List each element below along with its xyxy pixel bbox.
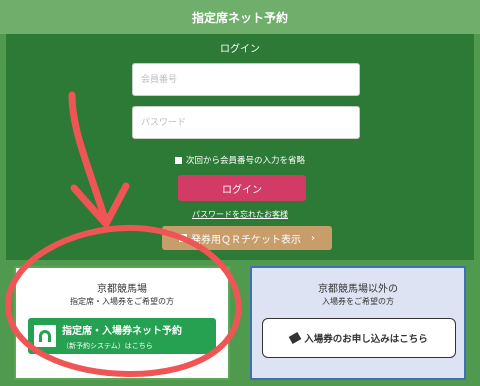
- admission-ticket-apply-label: 入場券のお申し込みはこちら: [304, 334, 428, 345]
- qr-ticket-label: 発券用ＱＲチケット表示: [191, 234, 301, 246]
- kyoto-card-subtitle: 指定席・入場券をご希望の方: [70, 297, 174, 306]
- page-title: 指定席ネット予約: [191, 10, 288, 25]
- other-venues-card: 京都競馬場以外の 入場券をご希望の方 入場券のお申し込みはこちら: [250, 266, 466, 380]
- horseshoe-icon: [34, 325, 56, 347]
- chevron-right-icon: ›: [311, 232, 315, 244]
- reserved-seat-booking-sublabel: （新予約システム）はこちら: [62, 341, 153, 350]
- other-venues-card-title: 京都競馬場以外の: [318, 284, 398, 295]
- page-header: 指定席ネット予約: [0, 0, 480, 34]
- member-number-input[interactable]: [132, 63, 360, 96]
- login-title: ログイン: [220, 44, 260, 55]
- forgot-password-label: パスワードを忘れたお客様: [192, 210, 288, 219]
- qr-icon: [179, 234, 187, 242]
- reserved-seat-booking-button[interactable]: 指定席・入場券ネット予約 （新予約システム）はこちら: [28, 318, 216, 354]
- forgot-password-link[interactable]: パスワードを忘れたお客様: [6, 209, 474, 220]
- remember-row[interactable]: 次回から会員番号の入力を省略: [6, 154, 474, 166]
- qr-ticket-button[interactable]: 発券用ＱＲチケット表示 ›: [162, 226, 332, 250]
- ticket-icon: [288, 332, 302, 344]
- remember-label: 次回から会員番号の入力を省略: [185, 156, 305, 166]
- other-venues-card-subtitle: 入場券をご希望の方: [322, 297, 394, 306]
- remember-checkbox[interactable]: [174, 156, 182, 164]
- reserved-seat-booking-label: 指定席・入場券ネット予約: [62, 325, 182, 337]
- password-input[interactable]: [132, 106, 360, 139]
- kyoto-card-title: 京都競馬場: [97, 284, 147, 295]
- login-panel: ログイン 次回から会員番号の入力を省略 ログイン パスワードを忘れたお客様 発券…: [6, 34, 474, 260]
- login-button[interactable]: ログイン: [178, 175, 306, 201]
- admission-ticket-apply-button[interactable]: 入場券のお申し込みはこちら: [262, 318, 456, 358]
- kyoto-card: 京都競馬場 指定席・入場券をご希望の方 指定席・入場券ネット予約 （新予約システ…: [14, 266, 230, 380]
